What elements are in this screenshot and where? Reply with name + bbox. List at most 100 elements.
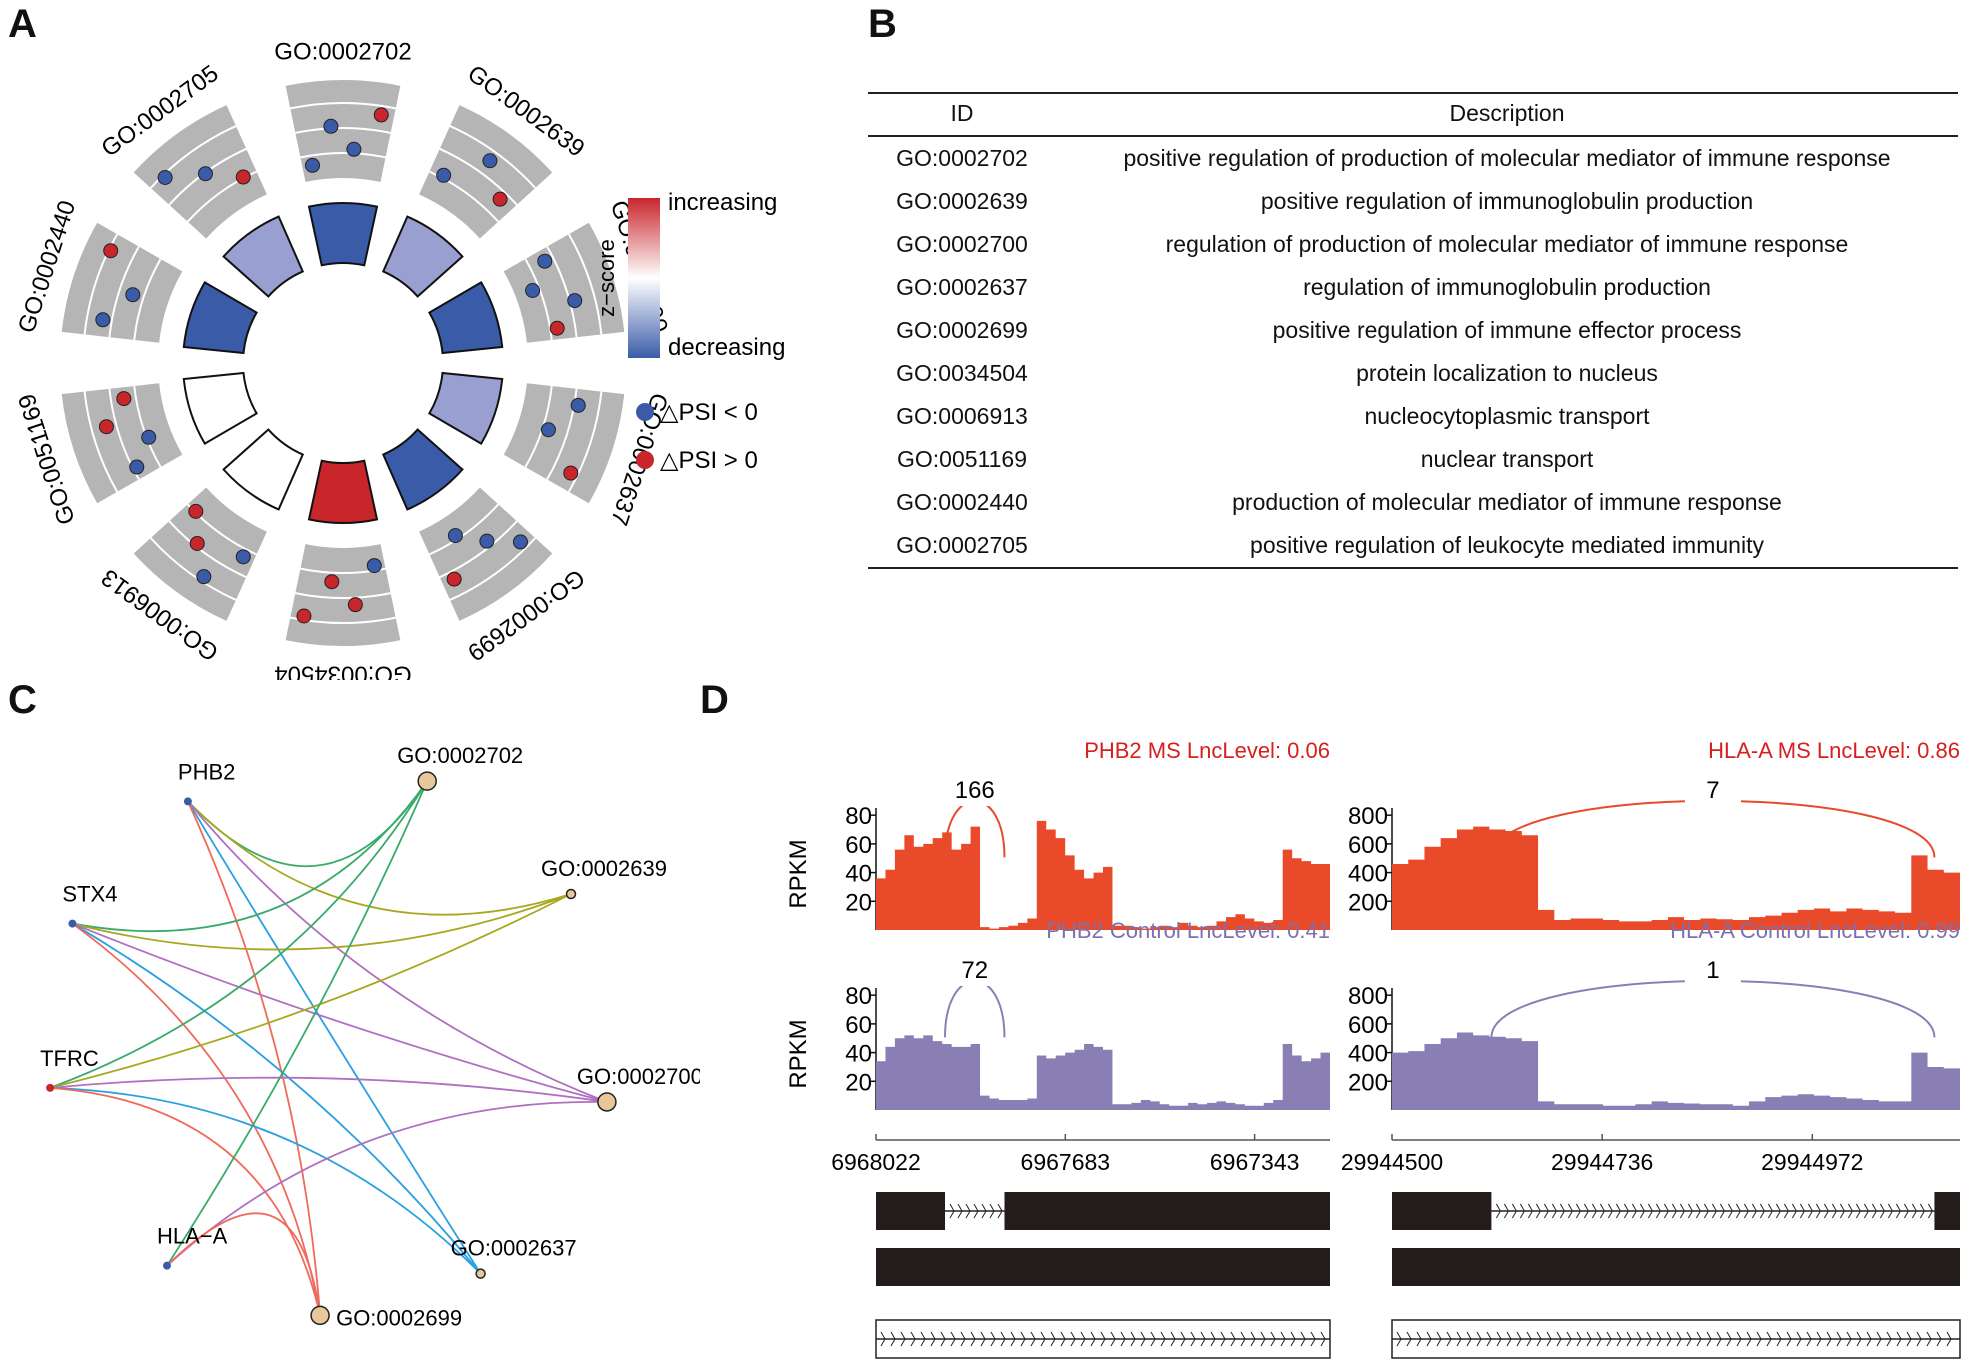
- network-edge: [166, 780, 429, 1267]
- y-tick-label: 60: [845, 1012, 872, 1039]
- zscore-block: [307, 459, 379, 524]
- table-row: GO:0002699 positive regulation of immune …: [868, 309, 1958, 352]
- dpsi-positive-point: [549, 320, 565, 336]
- go-id-cell: GO:0002700: [896, 231, 1028, 257]
- table-row: GO:0002637 regulation of immunoglobulin p…: [868, 266, 1958, 309]
- dpsi-negative-point: [570, 397, 586, 413]
- dpsi-positive-point: [296, 608, 312, 624]
- dpsi-negative-point: [157, 170, 173, 186]
- y-tick-label: 40: [845, 1041, 872, 1068]
- network-edge: [49, 780, 428, 1089]
- junction-count: 166: [955, 777, 995, 804]
- gene-label: HLA−A: [157, 1224, 228, 1249]
- network-edge: [71, 922, 321, 1316]
- go-term-table: ID Description GO:0002702 positive regula…: [868, 92, 1958, 569]
- junction-count: 1: [1706, 957, 1719, 984]
- network-edge: [187, 800, 482, 1275]
- dpsi-positive-point: [189, 535, 205, 551]
- track-title: PHB2 Control LncLevel: 0.41: [1046, 918, 1330, 943]
- gene-label: STX4: [62, 882, 117, 907]
- go-id-cell: GO:0034504: [896, 360, 1028, 386]
- junction-arc: [1490, 799, 1936, 858]
- coverage-area: [876, 1035, 1330, 1110]
- legend-marker: [636, 451, 654, 469]
- coverage-area: [876, 820, 1330, 930]
- network-edge: [50, 1086, 321, 1316]
- dpsi-negative-point: [525, 283, 541, 299]
- dpsi-negative-point: [447, 528, 463, 544]
- table-row: GO:0002639 positive regulation of immunog…: [868, 180, 1958, 223]
- y-tick-label: 80: [845, 803, 872, 830]
- network-edge: [50, 1086, 482, 1275]
- gene-label: TFRC: [40, 1046, 99, 1071]
- zscore-block: [307, 202, 379, 267]
- coverage-area: [1392, 1032, 1960, 1110]
- go-term-label: GO:0002702: [274, 40, 411, 65]
- go-id-cell: GO:0002637: [896, 274, 1028, 300]
- network-edge: [187, 780, 428, 868]
- dpsi-negative-point: [129, 459, 145, 475]
- dpsi-negative-point: [537, 253, 553, 269]
- y-tick-label: 600: [1348, 1012, 1388, 1039]
- dpsi-negative-point: [141, 429, 157, 445]
- go-term-node: [565, 888, 577, 900]
- colorbar-title: z−score: [594, 239, 619, 317]
- gene-node: [46, 1083, 55, 1092]
- dpsi-positive-point: [103, 243, 119, 259]
- legend-label: △PSI < 0: [660, 399, 758, 426]
- track-title: HLA-A Control LncLevel: 0.99: [1670, 918, 1960, 943]
- go-term-sector: GO:0034504: [274, 459, 412, 680]
- gene-node: [68, 919, 77, 928]
- gene-label: PHB2: [178, 759, 235, 784]
- x-tick-label: 6968022: [831, 1149, 921, 1175]
- y-tick-label: 80: [845, 983, 872, 1010]
- go-description-cell: production of molecular mediator of immu…: [1232, 489, 1782, 515]
- track-title: PHB2 MS LncLevel: 0.06: [1084, 738, 1330, 763]
- dpsi-negative-point: [366, 558, 382, 574]
- dpsi-negative-point: [196, 569, 212, 585]
- table-row: GO:0002700 regulation of production of mo…: [868, 223, 1958, 266]
- dpsi-negative-point: [235, 549, 251, 565]
- x-tick-label: 6967683: [1021, 1149, 1111, 1175]
- dpsi-positive-point: [188, 503, 204, 519]
- network-edge: [187, 800, 572, 916]
- dpsi-negative-point: [512, 534, 528, 550]
- go-id-cell: GO:0006913: [896, 403, 1028, 429]
- table-row: GO:0006913 nucleocytoplasmic transport: [868, 395, 1958, 438]
- x-tick-label: 6967343: [1210, 1149, 1300, 1175]
- retained-intron-block: [1392, 1248, 1960, 1286]
- dpsi-negative-point: [436, 167, 452, 183]
- zscore-block: [427, 280, 504, 355]
- zscore-block: [222, 215, 305, 298]
- dpsi-negative-point: [197, 166, 213, 182]
- go-description-cell: nucleocytoplasmic transport: [1364, 403, 1650, 429]
- go-term-node-label: GO:0002637: [451, 1236, 577, 1261]
- y-tick-label: 20: [845, 889, 872, 916]
- table-row: GO:0002705 positive regulation of leukocy…: [868, 524, 1958, 569]
- dpsi-positive-point: [347, 597, 363, 613]
- dpsi-positive-point: [492, 191, 508, 207]
- y-tick-label: 600: [1348, 832, 1388, 859]
- go-term-node: [310, 1305, 330, 1326]
- x-tick-label: 29944972: [1761, 1149, 1863, 1175]
- junction-count: 72: [961, 957, 988, 984]
- go-term-node-label: GO:0002700: [577, 1064, 700, 1089]
- dpsi-negative-point: [479, 533, 495, 549]
- zscore-block: [381, 428, 464, 511]
- coverage-area: [1392, 826, 1960, 930]
- dpsi-negative-point: [304, 157, 320, 173]
- table-row: GO:0002440 production of molecular mediat…: [868, 481, 1958, 524]
- panel-label-d: D: [700, 678, 729, 722]
- go-id-cell: GO:0002702: [896, 145, 1028, 171]
- zscore-block: [182, 280, 259, 355]
- dpsi-positive-point: [324, 574, 340, 590]
- go-term-sector: GO:0002702: [274, 40, 412, 267]
- x-tick-label: 29944500: [1341, 1149, 1443, 1175]
- y-tick-label: 60: [845, 832, 872, 859]
- y-tick-label: 200: [1348, 1069, 1388, 1096]
- network-edge: [49, 893, 572, 1089]
- y-tick-label: 400: [1348, 861, 1388, 888]
- exon-block: [1004, 1192, 1330, 1230]
- go-term-label: GO:0034504: [274, 661, 411, 680]
- table-row: GO:0051169 nuclear transport: [868, 438, 1958, 481]
